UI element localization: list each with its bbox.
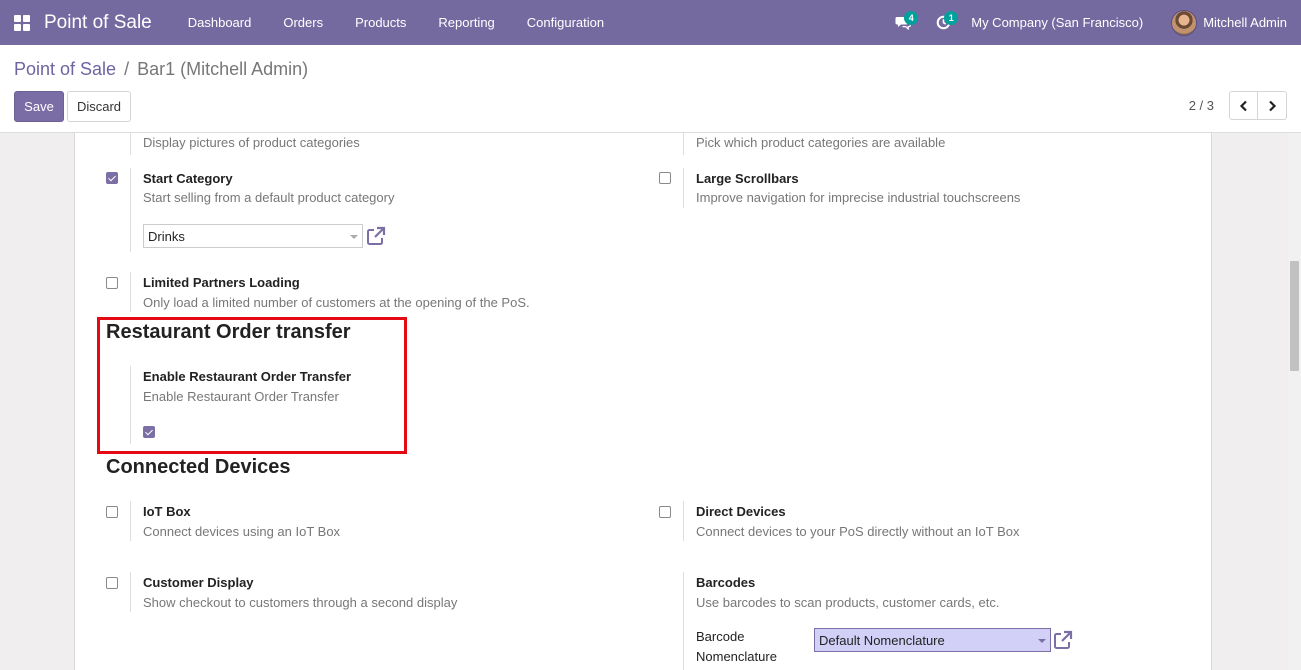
customer-display-checkbox[interactable] xyxy=(106,577,118,589)
activities-button[interactable]: 1 xyxy=(923,0,963,45)
barcode-nomenclature-label-line1: Barcode xyxy=(696,629,745,644)
caret-down-icon xyxy=(350,235,358,239)
setting-divider xyxy=(130,133,131,155)
customer-display-title: Customer Display xyxy=(143,575,254,590)
restaurant-section-heading: Restaurant Order transfer xyxy=(106,321,351,343)
vertical-scrollbar[interactable] xyxy=(1288,133,1301,670)
connected-devices-heading: Connected Devices xyxy=(106,456,291,478)
barcode-nomenclature-label-line2: Nomenclature xyxy=(696,649,777,664)
setting-divider xyxy=(130,366,131,444)
external-link-icon[interactable] xyxy=(1053,630,1073,650)
chevron-right-icon xyxy=(1269,100,1277,111)
menu-orders[interactable]: Orders xyxy=(267,0,339,45)
messages-count-badge: 4 xyxy=(904,11,919,25)
messages-button[interactable]: 4 xyxy=(883,0,923,45)
direct-devices-desc: Connect devices to your PoS directly wit… xyxy=(696,524,1020,539)
external-link-icon[interactable] xyxy=(366,226,386,246)
product-categories-images-desc: Display pictures of product categories xyxy=(143,135,360,150)
menu-reporting[interactable]: Reporting xyxy=(422,0,510,45)
avatar xyxy=(1171,9,1198,36)
pager-value[interactable]: 2 / 3 xyxy=(1189,98,1214,113)
restaurant-order-transfer-title: Enable Restaurant Order Transfer xyxy=(143,369,352,384)
breadcrumb-current: Bar1 (Mitchell Admin) xyxy=(137,59,309,79)
limited-partners-desc: Only load a limited number of customers … xyxy=(143,295,530,310)
apps-menu-button[interactable] xyxy=(0,0,44,45)
user-name: Mitchell Admin xyxy=(1203,15,1287,30)
company-switcher[interactable]: My Company (San Francisco) xyxy=(963,15,1171,30)
caret-down-icon xyxy=(1038,639,1046,643)
direct-devices-title: Direct Devices xyxy=(696,504,786,519)
restaurant-order-transfer-checkbox[interactable] xyxy=(143,426,155,438)
customer-display-desc: Show checkout to customers through a sec… xyxy=(143,595,458,610)
start-category-desc: Start selling from a default product cat… xyxy=(143,190,395,205)
barcodes-desc: Use barcodes to scan products, customer … xyxy=(696,595,1000,610)
setting-divider xyxy=(130,501,131,541)
setting-divider xyxy=(683,501,684,541)
setting-divider xyxy=(130,272,131,312)
restaurant-order-transfer-desc: Enable Restaurant Order Transfer xyxy=(143,389,339,404)
user-menu[interactable]: Mitchell Admin xyxy=(1171,9,1301,36)
barcode-nomenclature-select[interactable]: Default Nomenclature xyxy=(814,628,1051,652)
breadcrumb-parent[interactable]: Point of Sale xyxy=(14,59,116,79)
menu-products[interactable]: Products xyxy=(339,0,422,45)
breadcrumb-separator: / xyxy=(124,59,130,79)
limited-partners-title: Limited Partners Loading xyxy=(143,275,300,290)
iot-box-checkbox[interactable] xyxy=(106,506,118,518)
iot-box-title: IoT Box xyxy=(143,504,191,519)
top-navbar: Point of Sale Dashboard Orders Products … xyxy=(0,0,1301,45)
save-button[interactable]: Save xyxy=(14,91,64,122)
activities-count-badge: 1 xyxy=(944,11,959,25)
chevron-left-icon xyxy=(1239,100,1247,111)
setting-divider xyxy=(130,572,131,612)
pager-next-button[interactable] xyxy=(1258,91,1287,120)
barcode-nomenclature-value: Default Nomenclature xyxy=(819,633,945,648)
setting-divider xyxy=(130,168,131,252)
restrict-categories-desc: Pick which product categories are availa… xyxy=(696,135,946,150)
start-category-select[interactable]: Drinks xyxy=(143,224,363,248)
start-category-value: Drinks xyxy=(148,229,185,244)
large-scrollbars-checkbox[interactable] xyxy=(659,172,671,184)
menu-configuration[interactable]: Configuration xyxy=(511,0,620,45)
discard-button[interactable]: Discard xyxy=(67,91,131,122)
start-category-checkbox[interactable] xyxy=(106,172,118,184)
limited-partners-checkbox[interactable] xyxy=(106,277,118,289)
setting-divider xyxy=(683,133,684,155)
large-scrollbars-desc: Improve navigation for imprecise industr… xyxy=(696,190,1021,205)
breadcrumb: Point of Sale / Bar1 (Mitchell Admin) xyxy=(14,59,308,80)
menu-dashboard[interactable]: Dashboard xyxy=(172,0,268,45)
scrollbar-thumb[interactable] xyxy=(1290,261,1299,371)
setting-divider xyxy=(683,572,684,670)
barcode-nomenclature-label: Barcode Nomenclature xyxy=(696,627,777,667)
direct-devices-checkbox[interactable] xyxy=(659,506,671,518)
setting-divider xyxy=(683,168,684,208)
apps-grid-icon xyxy=(14,14,30,31)
app-brand[interactable]: Point of Sale xyxy=(44,12,152,34)
pager-previous-button[interactable] xyxy=(1229,91,1258,120)
control-panel: Point of Sale / Bar1 (Mitchell Admin) Sa… xyxy=(0,45,1301,133)
iot-box-desc: Connect devices using an IoT Box xyxy=(143,524,341,539)
start-category-title: Start Category xyxy=(143,171,233,186)
barcodes-title: Barcodes xyxy=(696,575,756,590)
large-scrollbars-title: Large Scrollbars xyxy=(696,171,799,186)
